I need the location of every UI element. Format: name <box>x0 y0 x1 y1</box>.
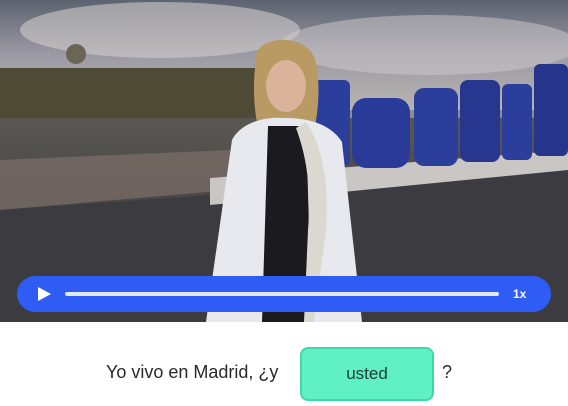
cloud <box>20 2 300 58</box>
play-button[interactable] <box>35 285 53 303</box>
video-player[interactable]: 1x <box>0 0 568 322</box>
video-frame <box>0 0 568 322</box>
play-icon <box>38 287 51 301</box>
progress-bar[interactable] <box>65 292 499 296</box>
letter-block <box>534 64 568 156</box>
letter-block <box>352 98 410 168</box>
person-face <box>266 60 306 112</box>
letter-block <box>414 88 458 166</box>
letter-block <box>502 84 532 160</box>
letter-block <box>460 80 500 162</box>
dome <box>66 44 86 64</box>
cloud <box>280 15 568 75</box>
video-controls: 1x <box>17 276 551 312</box>
answer-chip[interactable]: usted <box>300 347 434 401</box>
sentence-text-after: ? <box>442 362 453 382</box>
treeline <box>0 68 260 120</box>
playback-speed-button[interactable]: 1x <box>513 287 526 301</box>
sentence-text-before: Yo vivo en Madrid, ¿y <box>106 362 279 382</box>
exercise-sentence: Yo vivo en Madrid, ¿y usted ? <box>0 346 568 402</box>
